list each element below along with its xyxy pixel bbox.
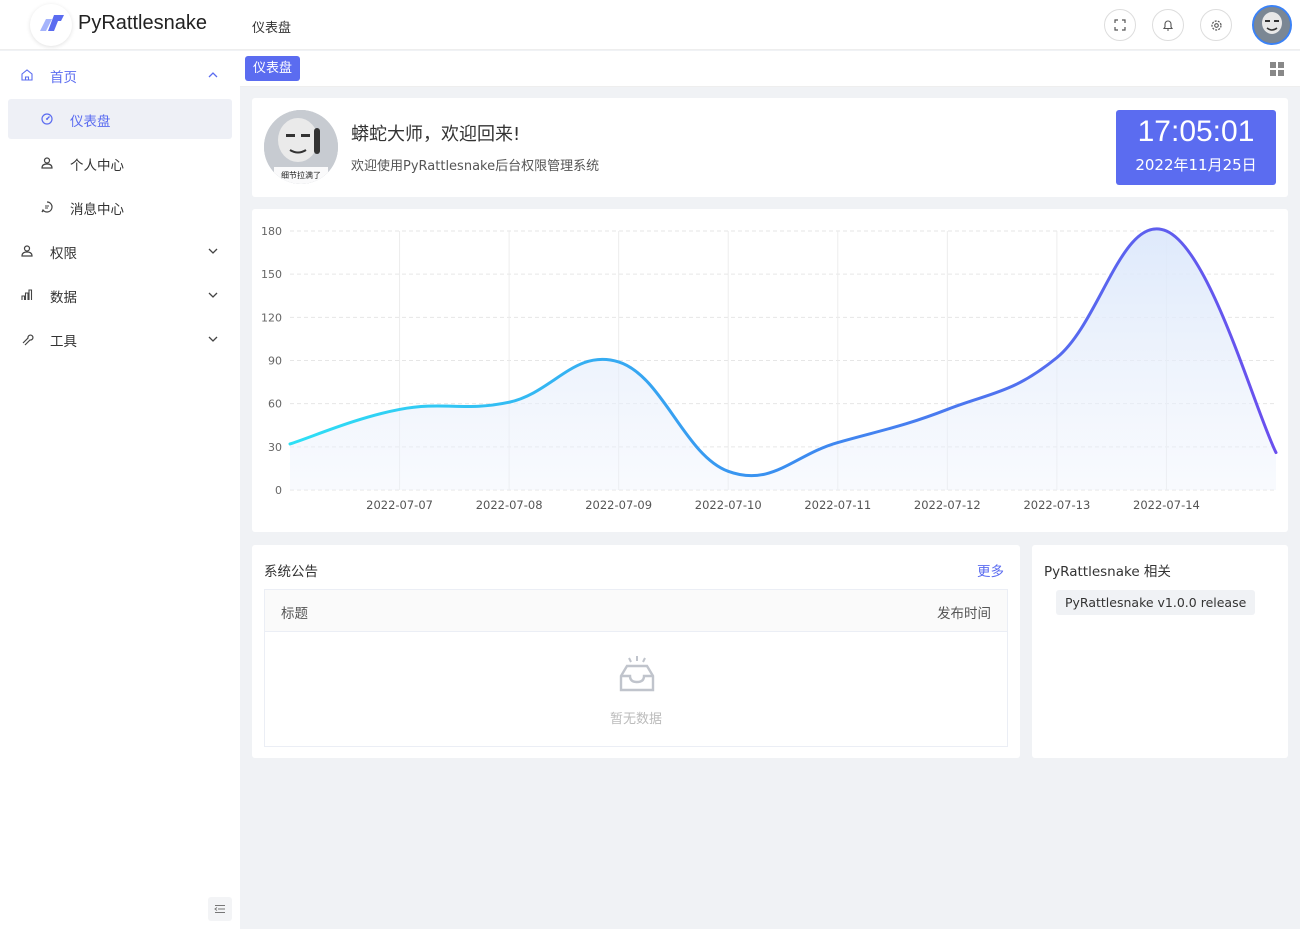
chevron-down-icon <box>208 336 218 342</box>
x-tick-label: 2022-07-09 <box>585 498 652 512</box>
clock-time: 17:05:01 <box>1137 115 1255 148</box>
x-tick-label: 2022-07-07 <box>366 498 433 512</box>
y-tick-label: 0 <box>275 484 282 497</box>
x-tick-label: 2022-07-10 <box>695 498 762 512</box>
empty-inbox-icon <box>619 656 655 692</box>
sidebar-item-label: 仪表盘 <box>70 114 111 130</box>
dashboard-icon <box>41 113 53 125</box>
chevron-up-icon <box>208 72 218 78</box>
clock-date: 2022年11月25日 <box>1135 156 1257 174</box>
notification-button[interactable] <box>1152 9 1184 41</box>
user-icon <box>21 245 33 257</box>
app-name: PyRattlesnake <box>78 12 207 34</box>
app-logo[interactable] <box>30 4 72 46</box>
sidebar-item-dashboard[interactable]: 仪表盘 <box>8 99 232 139</box>
y-tick-label: 60 <box>268 398 282 411</box>
breadcrumb[interactable]: 仪表盘 <box>252 17 291 36</box>
welcome-title: 蟒蛇大师，欢迎回来! <box>351 124 521 145</box>
area-fill <box>290 228 1276 490</box>
x-tick-label: 2022-07-11 <box>804 498 871 512</box>
sidebar-item-profile[interactable]: 个人中心 <box>8 143 232 183</box>
sidebar-item-label: 首页 <box>50 70 77 86</box>
sidebar-item-data[interactable]: 数据 <box>8 275 232 315</box>
avatar-image: 细节拉满了 <box>264 110 338 184</box>
sidebar-item-label: 数据 <box>50 290 77 306</box>
related-title: PyRattlesnake 相关 <box>1044 564 1171 580</box>
column-header-title: 标题 <box>281 606 308 622</box>
collapse-icon <box>214 905 225 913</box>
column-header-time: 发布时间 <box>937 606 991 622</box>
release-tag[interactable]: PyRattlesnake v1.0.0 release <box>1056 590 1256 615</box>
welcome-subtitle: 欢迎使用PyRattlesnake后台权限管理系统 <box>351 159 600 174</box>
sidebar-item-permissions[interactable]: 权限 <box>8 231 232 271</box>
chevron-down-icon <box>208 292 218 298</box>
x-tick-label: 2022-07-13 <box>1023 498 1090 512</box>
related-card: PyRattlesnake 相关 PyRattlesnake v1.0.0 re… <box>1032 545 1288 758</box>
sidebar: 首页 仪表盘 个人中心 消息中心 权限 数据 工具 <box>0 51 240 929</box>
user-avatar[interactable] <box>1252 5 1292 45</box>
x-tick-label: 2022-07-08 <box>476 498 543 512</box>
bell-icon <box>1162 20 1174 31</box>
y-tick-label: 180 <box>261 225 282 238</box>
sidebar-item-label: 工具 <box>50 334 77 350</box>
x-tick-label: 2022-07-14 <box>1133 498 1200 512</box>
sidebar-item-tools[interactable]: 工具 <box>8 319 232 359</box>
x-tick-label: 2022-07-12 <box>914 498 981 512</box>
sidebar-item-home[interactable]: 首页 <box>8 55 232 95</box>
avatar-caption: 细节拉满了 <box>281 170 321 180</box>
top-header: PyRattlesnake 仪表盘 <box>0 0 1300 50</box>
y-tick-label: 120 <box>261 311 282 324</box>
fullscreen-icon <box>1114 19 1126 31</box>
welcome-avatar: 细节拉满了 <box>264 110 338 184</box>
settings-button[interactable] <box>1200 9 1232 41</box>
message-icon <box>41 201 53 213</box>
chevron-down-icon <box>208 248 218 254</box>
table-header: 标题 发布时间 <box>265 590 1007 632</box>
notice-title: 系统公告 <box>264 564 318 580</box>
logo-icon <box>40 15 64 31</box>
wrench-icon <box>22 334 34 346</box>
chart-card: 0 30 60 90 120 150 180 2022-07-07 2022-07-08 2022… <box>252 209 1288 532</box>
tab-dashboard[interactable]: 仪表盘 <box>245 56 301 81</box>
y-tick-label: 90 <box>268 355 282 368</box>
more-link[interactable]: 更多 <box>977 560 1004 580</box>
tabs-bar: 仪表盘 <box>240 51 1300 87</box>
collapse-sidebar-button[interactable] <box>208 897 232 921</box>
fullscreen-button[interactable] <box>1104 9 1136 41</box>
y-tick-label: 30 <box>268 441 282 454</box>
sidebar-item-label: 个人中心 <box>70 158 124 174</box>
sidebar-item-label: 权限 <box>50 246 77 262</box>
notice-card: 系统公告 更多 标题 发布时间 暂无数据 <box>252 545 1020 758</box>
notice-table: 标题 发布时间 暂无数据 <box>264 589 1008 747</box>
user-icon <box>41 157 53 169</box>
welcome-card: 细节拉满了 蟒蛇大师，欢迎回来! 欢迎使用PyRattlesnake后台权限管理… <box>252 98 1288 197</box>
line-chart: 0 30 60 90 120 150 180 2022-07-07 2022-07-08 2022… <box>261 225 1278 512</box>
bar-chart-icon <box>21 289 33 300</box>
y-tick-label: 150 <box>261 268 282 281</box>
sidebar-item-messages[interactable]: 消息中心 <box>8 187 232 227</box>
empty-text: 暂无数据 <box>609 712 662 727</box>
clock-panel: 17:05:01 2022年11月25日 <box>1116 110 1276 185</box>
gear-icon <box>1210 19 1222 31</box>
home-icon <box>21 69 33 81</box>
grid-icon[interactable] <box>1270 62 1284 76</box>
sidebar-item-label: 消息中心 <box>70 202 124 218</box>
avatar-image <box>1254 7 1290 43</box>
